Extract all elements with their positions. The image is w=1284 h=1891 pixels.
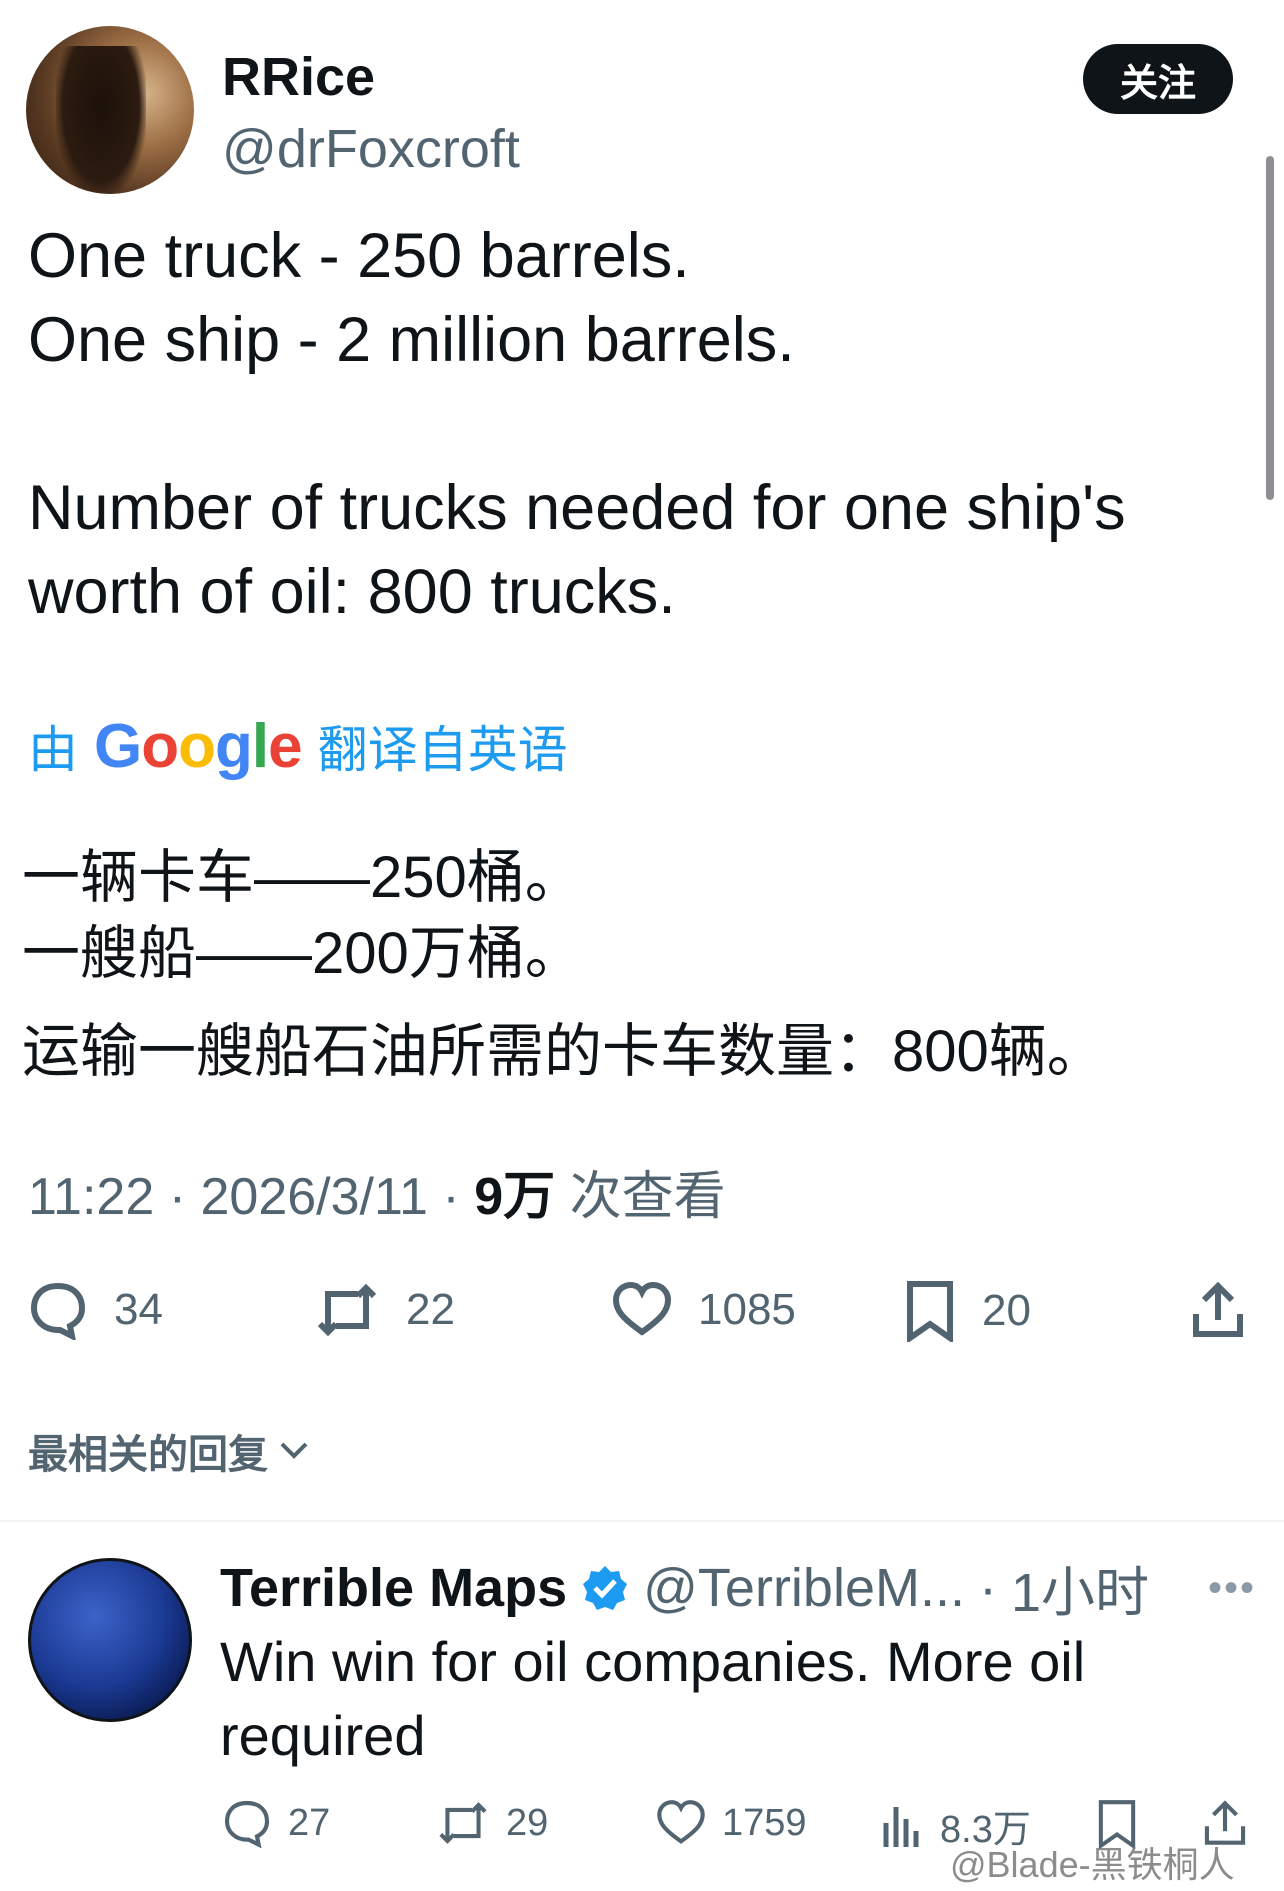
heart-icon: [612, 1281, 672, 1336]
reply-header: Terrible Maps @TerribleM... · 1小时: [220, 1548, 1149, 1627]
reply-avatar[interactable]: [28, 1558, 192, 1722]
chevron-down-icon: [280, 1442, 308, 1459]
reply-author-handle[interactable]: @TerribleM...: [643, 1557, 965, 1619]
like-count: 1085: [698, 1285, 796, 1334]
reply-text-line: required: [220, 1704, 426, 1767]
analytics-icon: [883, 1806, 919, 1847]
watermark: @Blade-黑铁桐人: [950, 1844, 1235, 1885]
share-icon: [1193, 1281, 1243, 1337]
divider: [0, 1520, 1284, 1522]
views-label: 次查看: [569, 1168, 726, 1226]
repost-count: 22: [406, 1285, 455, 1334]
like-button[interactable]: 1085: [612, 1280, 796, 1340]
tweet-text-line: Number of trucks needed for one ship's: [28, 473, 1126, 543]
reply-text-line: Win win for oil companies. More oil: [220, 1630, 1086, 1693]
scrollbar[interactable]: [1266, 156, 1274, 500]
reply-reply-button[interactable]: 27: [222, 1798, 330, 1848]
reply-count: 34: [114, 1285, 163, 1334]
reply-like-button[interactable]: 1759: [656, 1798, 807, 1848]
reply-like-count: 1759: [722, 1801, 807, 1844]
reply-reply-count: 27: [288, 1801, 331, 1844]
tweet-date[interactable]: 2026/3/11: [201, 1168, 428, 1226]
share-button[interactable]: [1190, 1280, 1246, 1340]
verified-badge-icon: [583, 1565, 628, 1610]
translation-line: 一艘船——200万桶。: [22, 921, 583, 986]
tweet-text-line: worth of oil: 800 trucks.: [28, 557, 676, 627]
reply-button[interactable]: 34: [28, 1280, 163, 1340]
reply-time[interactable]: 1小时: [1011, 1548, 1149, 1627]
author-avatar[interactable]: [26, 26, 194, 194]
repost-button[interactable]: 22: [314, 1280, 455, 1340]
comment-icon: [224, 1800, 270, 1848]
bookmark-button[interactable]: 20: [904, 1280, 1031, 1342]
tweet-meta: 11:22 · 2026/3/11 · 9万 次查看: [28, 1168, 726, 1226]
reply-author-name[interactable]: Terrible Maps: [220, 1557, 567, 1619]
translation-line: 运输一艘船石油所需的卡车数量：800辆。: [22, 1019, 1105, 1084]
author-handle[interactable]: @drFoxcroft: [222, 118, 520, 180]
reply-repost-button[interactable]: 29: [436, 1798, 548, 1848]
repost-icon: [317, 1283, 377, 1337]
bookmark-count: 20: [982, 1286, 1031, 1335]
author-name[interactable]: RRice: [222, 46, 375, 108]
replies-sort-label: 最相关的回复: [28, 1433, 268, 1477]
translation-notice[interactable]: 由 Google 翻译自英语: [28, 710, 568, 782]
repost-icon: [439, 1802, 487, 1844]
heart-icon: [657, 1800, 705, 1844]
tweet-text-line: One truck - 250 barrels.: [28, 221, 690, 291]
views-count: 9万: [474, 1168, 556, 1226]
replies-sort-dropdown[interactable]: 最相关的回复: [28, 1422, 312, 1480]
follow-button[interactable]: 关注: [1083, 44, 1233, 114]
translate-suffix: 翻译自英语: [317, 722, 568, 778]
more-options-icon[interactable]: •••: [1208, 1566, 1256, 1611]
tweet-time[interactable]: 11:22: [28, 1168, 154, 1226]
tweet-text-line: One ship - 2 million barrels.: [28, 305, 795, 375]
bookmark-icon: [907, 1281, 953, 1342]
separator-dot: ·: [978, 1557, 997, 1618]
translate-prefix: 由: [28, 722, 78, 778]
comment-icon: [30, 1282, 86, 1340]
google-logo: Google: [94, 711, 303, 781]
reply-repost-count: 29: [506, 1801, 549, 1844]
translation-line: 一辆卡车——250桶。: [22, 845, 583, 910]
